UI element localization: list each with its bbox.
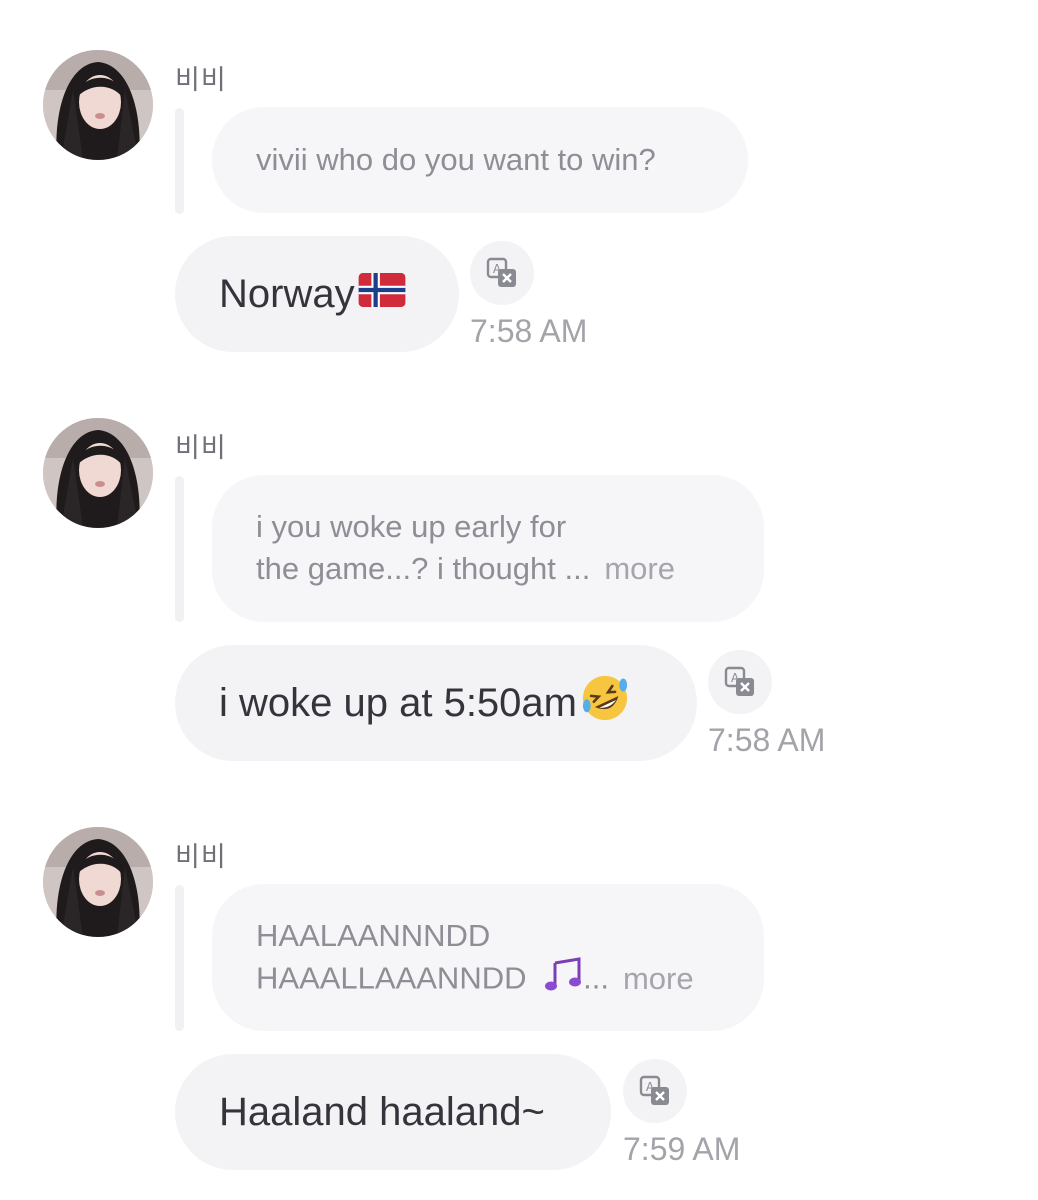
reply-quote-bar [175,885,184,1031]
reply-quote-text-line-2: HAAALLAAANNDD ... more [256,957,720,1004]
reply-quote-bubble[interactable]: i you woke up early for the game...? i t… [212,475,764,622]
sender-name: 비비 [175,65,227,96]
message-timestamp: 7:58 AM [470,313,588,349]
reply-quote-text: HAALAANNNDD [256,918,491,953]
reply-quote-text: vivii who do you want to win? [256,142,656,177]
avatar-image [43,418,153,528]
avatar[interactable] [43,827,153,937]
sender-name: 비비 [175,433,227,464]
translate-icon: A [639,1075,669,1105]
translate-icon: A [486,257,516,287]
translate-icon: A [724,666,754,696]
translate-button[interactable]: A [623,1059,687,1123]
message-bubble[interactable]: Haaland haaland~ [175,1054,611,1170]
norway-flag-icon [357,272,407,317]
avatar-image [43,50,153,160]
reply-quote-text: i you woke up early for [256,509,567,544]
message-text: i woke up at 5:50am [219,680,577,725]
reply-quote-bar [175,476,184,622]
reply-quote-bubble[interactable]: HAALAANNNDD HAAALLAAANNDD ... more [212,884,764,1031]
reply-quote-bar [175,108,184,214]
reply-quote-text-line-2: the game...? i thought ... more [256,551,675,586]
music-notes-icon [543,957,583,1004]
translate-button[interactable]: A [708,650,772,714]
reply-quote-bubble[interactable]: vivii who do you want to win? [212,107,748,213]
avatar[interactable] [43,50,153,160]
avatar[interactable] [43,418,153,528]
more-link[interactable]: more [604,551,675,586]
message-text: Haaland haaland~ [219,1089,545,1134]
rofl-face-icon [579,672,631,734]
message-timestamp: 7:59 AM [623,1131,741,1167]
translate-button[interactable]: A [470,241,534,305]
message-timestamp: 7:58 AM [708,722,826,758]
message-bubble[interactable]: Norway [175,236,459,352]
message-text: Norway [219,271,355,316]
sender-name: 비비 [175,842,227,873]
avatar-image [43,827,153,937]
more-link[interactable]: more [623,961,694,996]
message-bubble[interactable]: i woke up at 5:50am [175,645,697,761]
